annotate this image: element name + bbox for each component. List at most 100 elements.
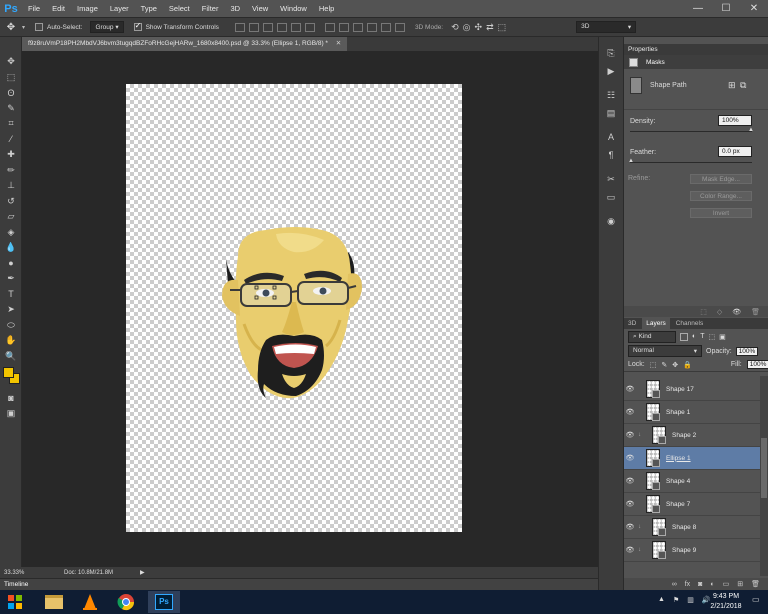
- delete-layer-icon[interactable]: 🗑: [751, 580, 760, 588]
- type-tool-icon[interactable]: T: [0, 287, 22, 303]
- minimize-button[interactable]: —: [684, 0, 712, 17]
- workspace-dropdown[interactable]: 3D ▾: [576, 21, 637, 33]
- layer-style-icon[interactable]: fx: [685, 581, 690, 588]
- visibility-eye-icon[interactable]: 👁: [624, 431, 636, 439]
- visibility-eye-icon[interactable]: 👁: [624, 523, 636, 531]
- delete-mask-icon[interactable]: 🗑: [751, 308, 760, 316]
- history-panel-icon[interactable]: ⎘: [599, 44, 623, 62]
- 3d-roll-icon[interactable]: ◎: [463, 22, 471, 33]
- hand-tool-icon[interactable]: ✋: [0, 333, 22, 349]
- align-hcenter-icon[interactable]: [290, 22, 301, 32]
- align-top-icon[interactable]: [234, 22, 245, 32]
- mask-edge-button[interactable]: Mask Edge...: [690, 174, 752, 184]
- menu-window[interactable]: Window: [274, 0, 313, 17]
- tab-layers[interactable]: Layers: [642, 318, 670, 329]
- 3d-panel-icon[interactable]: ◉: [599, 212, 623, 230]
- pen-tool-icon[interactable]: ✒: [0, 271, 22, 287]
- link-layers-icon[interactable]: ∞: [672, 581, 677, 588]
- lock-all-icon[interactable]: 🔒: [683, 361, 692, 369]
- maximize-button[interactable]: ☐: [712, 0, 740, 17]
- network-icon[interactable]: ▥: [687, 596, 694, 604]
- tool-preset-chevron-icon[interactable]: ▾: [22, 24, 25, 31]
- visibility-eye-icon[interactable]: 👁: [624, 546, 636, 554]
- adjustment-filter-icon[interactable]: ◐: [692, 333, 696, 340]
- load-selection-icon[interactable]: ⬚: [700, 308, 707, 316]
- move-tool-icon[interactable]: ✥: [0, 54, 22, 70]
- document-canvas[interactable]: LinePhoto: [126, 84, 462, 532]
- align-bottom-icon[interactable]: [262, 22, 273, 32]
- menu-select[interactable]: Select: [163, 0, 196, 17]
- eyedropper-tool-icon[interactable]: ⁄: [0, 132, 22, 148]
- flag-icon[interactable]: ⚑: [673, 596, 679, 604]
- 3d-pan-icon[interactable]: ✣: [475, 22, 483, 33]
- styles-panel-icon[interactable]: ▤: [599, 104, 623, 122]
- layer-row[interactable]: 👁 ↓ Shape 2: [624, 424, 760, 447]
- visibility-eye-icon[interactable]: 👁: [624, 385, 636, 393]
- file-explorer-taskbar-icon[interactable]: [38, 591, 70, 613]
- tab-3d[interactable]: 3D: [624, 318, 640, 329]
- feather-slider-handle[interactable]: ▲: [628, 158, 634, 164]
- layer-name[interactable]: Shape 9: [672, 547, 696, 554]
- layer-name[interactable]: Shape 17: [666, 386, 694, 393]
- zoom-tool-icon[interactable]: 🔍: [0, 349, 22, 365]
- lock-pixels-icon[interactable]: ✎: [661, 361, 667, 369]
- foreground-color-swatch[interactable]: [3, 367, 14, 378]
- visibility-eye-icon[interactable]: 👁: [624, 500, 636, 508]
- density-slider-handle[interactable]: ▲: [748, 127, 754, 133]
- align-left-icon[interactable]: [276, 22, 287, 32]
- paragraph-panel-icon[interactable]: ¶: [599, 146, 623, 164]
- menu-edit[interactable]: Edit: [46, 0, 71, 17]
- chrome-taskbar-icon[interactable]: [110, 591, 142, 613]
- opacity-input[interactable]: 100%: [735, 346, 758, 356]
- menu-filter[interactable]: Filter: [196, 0, 225, 17]
- layers-scrollbar-thumb[interactable]: [761, 438, 767, 498]
- status-menu-arrow-icon[interactable]: ▶: [140, 569, 145, 576]
- fill-input[interactable]: 100%: [746, 360, 768, 369]
- layer-row[interactable]: 👁 Shape 17: [624, 378, 760, 401]
- dodge-tool-icon[interactable]: ●: [0, 256, 22, 272]
- auto-select-dropdown[interactable]: Group ▾: [90, 21, 124, 33]
- brush-tool-icon[interactable]: ✏: [0, 163, 22, 179]
- distribute-left-icon[interactable]: [366, 22, 377, 32]
- blur-tool-icon[interactable]: 💧: [0, 240, 22, 256]
- system-clock[interactable]: 9:43 PM 2/21/2018: [704, 592, 748, 612]
- distribute-hcenter-icon[interactable]: [380, 22, 391, 32]
- screen-mode-icon[interactable]: ▣: [0, 406, 22, 422]
- layer-name[interactable]: Shape 8: [672, 524, 696, 531]
- new-group-icon[interactable]: ▭: [723, 580, 730, 588]
- ellipse-tool-icon[interactable]: ⬭: [0, 318, 22, 334]
- menu-image[interactable]: Image: [71, 0, 104, 17]
- actions-panel-icon[interactable]: ▶: [599, 62, 623, 80]
- layer-name[interactable]: Shape 2: [672, 432, 696, 439]
- distribute-right-icon[interactable]: [394, 22, 405, 32]
- filter-kind-dropdown[interactable]: ⌕ Kind: [628, 330, 676, 343]
- feather-input[interactable]: 0.0 px: [718, 146, 752, 157]
- tool-presets-panel-icon[interactable]: ✂: [599, 170, 623, 188]
- quick-select-tool-icon[interactable]: ✎: [0, 101, 22, 117]
- healing-tool-icon[interactable]: ✚: [0, 147, 22, 163]
- 3d-rotate-icon[interactable]: ⟲: [451, 22, 459, 33]
- lock-transparent-icon[interactable]: ⬚: [650, 361, 657, 369]
- show-transform-checkbox[interactable]: [133, 21, 142, 31]
- stamp-tool-icon[interactable]: ⊥: [0, 178, 22, 194]
- 3d-slide-icon[interactable]: ⇄: [486, 22, 494, 33]
- document-tab[interactable]: f9z8ruVmP18PH2MbdVJ6bvm3tugqdBZFoRHcGejH…: [22, 37, 348, 51]
- distribute-bottom-icon[interactable]: [352, 22, 363, 32]
- menu-layer[interactable]: Layer: [104, 0, 135, 17]
- visibility-eye-icon[interactable]: 👁: [624, 477, 636, 485]
- timeline-panel-tab[interactable]: Timeline: [0, 578, 598, 590]
- lock-position-icon[interactable]: ✥: [672, 361, 678, 369]
- adjustment-layer-icon[interactable]: ◐: [710, 581, 714, 588]
- align-right-icon[interactable]: [304, 22, 315, 32]
- character-panel-icon[interactable]: A: [599, 128, 623, 146]
- pixel-filter-icon[interactable]: [680, 332, 688, 341]
- close-document-icon[interactable]: ✕: [336, 40, 341, 47]
- color-range-button[interactable]: Color Range...: [690, 191, 752, 201]
- action-center-icon[interactable]: ▭: [752, 595, 760, 604]
- layer-row[interactable]: 👁 ↓ Shape 9: [624, 539, 760, 562]
- distribute-vcenter-icon[interactable]: [338, 22, 349, 32]
- layer-name[interactable]: Shape 7: [666, 501, 690, 508]
- add-mask-icon[interactable]: ◙: [698, 581, 702, 588]
- marquee-tool-icon[interactable]: ⬚: [0, 70, 22, 86]
- apply-mask-icon[interactable]: ◇: [717, 308, 722, 316]
